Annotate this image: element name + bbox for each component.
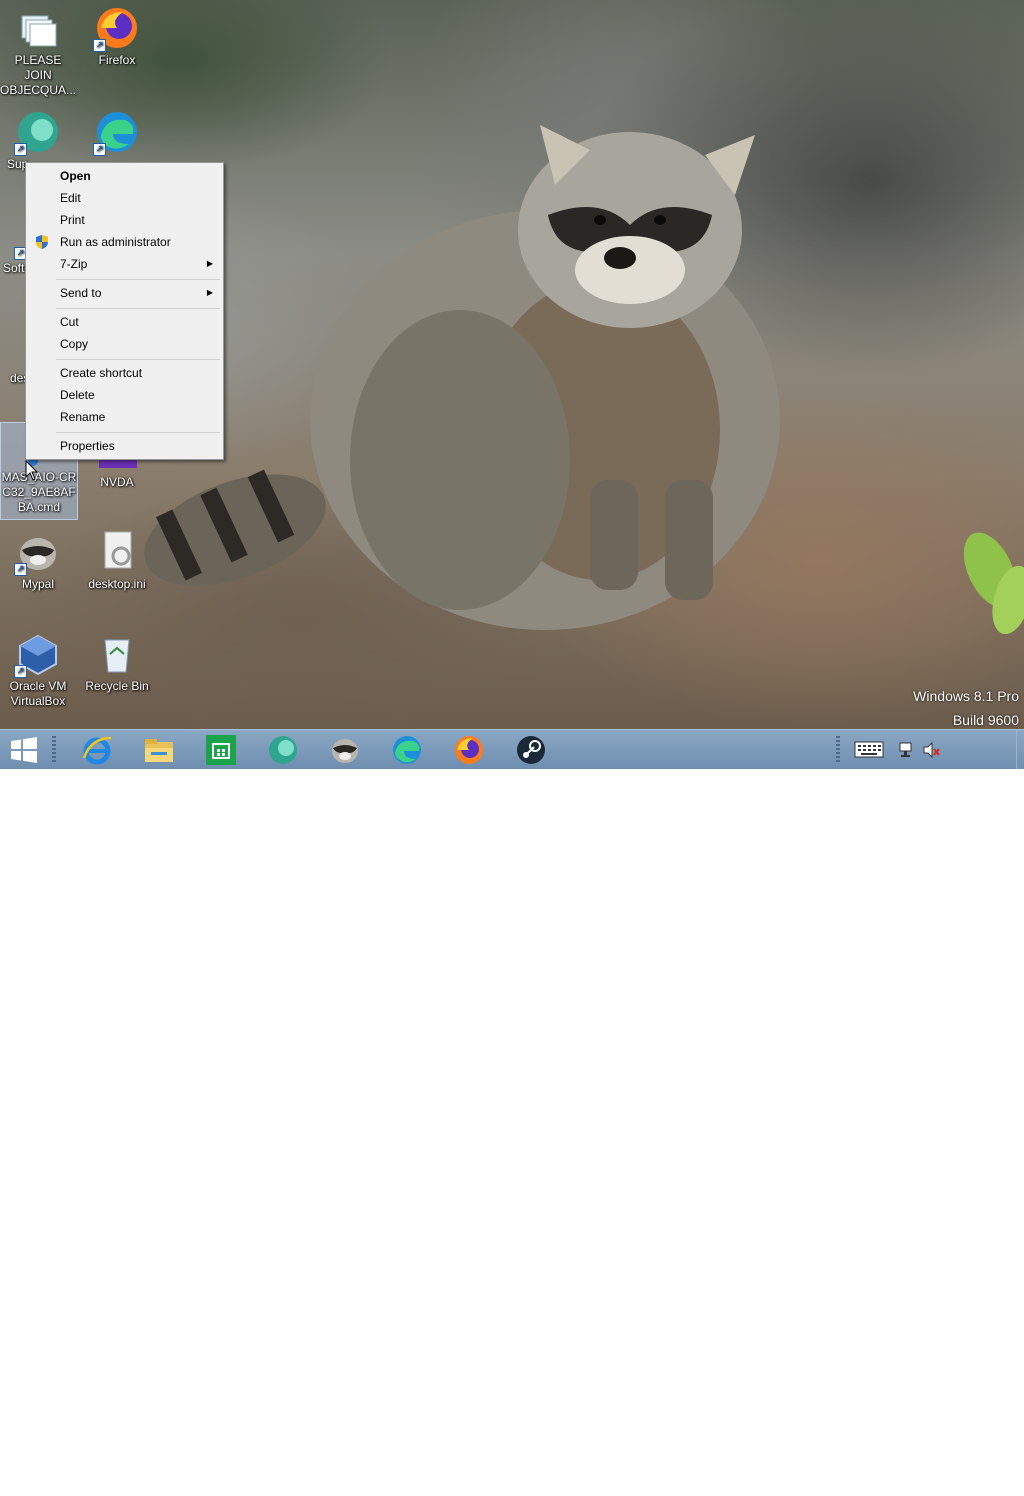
shortcut-arrow-icon: ↗ bbox=[93, 143, 106, 156]
mouse-cursor-icon bbox=[25, 460, 39, 481]
start-button[interactable] bbox=[0, 733, 48, 767]
menu-item-copy-label: Copy bbox=[60, 337, 89, 351]
shortcut-arrow-icon: ↗ bbox=[93, 39, 106, 52]
desktop-icon-firefox[interactable]: ↗ Firefox bbox=[79, 6, 155, 68]
desktop-icon-label: desktop.ini bbox=[88, 577, 146, 591]
menu-item-rename[interactable]: Rename bbox=[29, 406, 220, 428]
menu-item-7zip-label: 7-Zip bbox=[60, 257, 88, 271]
menu-item-create-shortcut[interactable]: Create shortcut bbox=[29, 362, 220, 384]
firefox-icon bbox=[455, 736, 483, 764]
menu-item-send-to-label: Send to bbox=[60, 286, 102, 300]
desktop-icon-label: Recycle Bin bbox=[85, 679, 149, 693]
watermark-edition: Windows 8.1 Pro bbox=[913, 688, 1019, 704]
desktop-icon-label: Firefox bbox=[98, 53, 136, 67]
desktop-icon-label: Oracle VM VirtualBox bbox=[9, 679, 67, 708]
edge-icon bbox=[393, 736, 421, 764]
taskbar-internet-explorer[interactable] bbox=[73, 733, 121, 767]
folder-icon bbox=[145, 739, 173, 762]
store-icon bbox=[206, 735, 236, 765]
taskbar-firefox[interactable] bbox=[445, 733, 493, 767]
desktop-icon-label: PLEASE JOIN OBJECQUA... bbox=[0, 53, 77, 97]
mypal-icon: ↗ bbox=[14, 530, 60, 576]
internet-explorer-icon bbox=[82, 736, 112, 765]
volume-tray-button[interactable] bbox=[922, 741, 940, 759]
uac-shield-icon bbox=[34, 234, 50, 250]
menu-item-print[interactable]: Print bbox=[29, 209, 220, 231]
menu-item-delete-label: Delete bbox=[60, 388, 95, 402]
context-menu: Open Edit Print Run as administrator 7-Z… bbox=[25, 162, 224, 460]
recycle-bin-icon bbox=[95, 632, 139, 676]
supermium-icon bbox=[269, 736, 297, 764]
desktop-icon-please-join[interactable]: PLEASE JOIN OBJECQUA... bbox=[0, 6, 76, 98]
network-icon bbox=[899, 742, 912, 757]
network-tray-button[interactable] bbox=[898, 741, 916, 759]
desktop-icon-desktop-ini[interactable]: desktop.ini bbox=[79, 530, 155, 592]
taskbar-store[interactable] bbox=[197, 733, 245, 767]
firefox-icon: ↗ bbox=[93, 6, 139, 52]
menu-item-properties[interactable]: Properties bbox=[29, 435, 220, 457]
taskbar-file-explorer[interactable] bbox=[135, 733, 183, 767]
menu-item-run-as-admin[interactable]: Run as administrator bbox=[29, 231, 220, 253]
taskbar-grip[interactable] bbox=[52, 736, 56, 764]
windows-version-watermark: Windows 8.1 Pro Build 9600 bbox=[913, 684, 1019, 732]
tray-grip[interactable] bbox=[836, 736, 840, 764]
windows-logo-icon bbox=[11, 737, 37, 763]
plant-leaves-image bbox=[963, 532, 1024, 635]
shortcut-arrow-icon: ↗ bbox=[14, 563, 27, 576]
shortcut-arrow-icon: ↗ bbox=[14, 143, 27, 156]
desktop-icon-edge[interactable]: ↗ bbox=[79, 110, 155, 157]
menu-separator bbox=[56, 432, 220, 433]
menu-item-properties-label: Properties bbox=[60, 439, 115, 453]
documents-icon bbox=[16, 6, 60, 50]
menu-item-cut[interactable]: Cut bbox=[29, 311, 220, 333]
submenu-arrow-icon: ▶ bbox=[206, 288, 213, 297]
clock-date: 3/14/2024 bbox=[953, 1480, 1007, 1494]
menu-item-edit[interactable]: Edit bbox=[29, 187, 220, 209]
menu-item-run-as-admin-label: Run as administrator bbox=[60, 235, 171, 249]
tray-clock[interactable]: 8:57 PM 3/14/2024 bbox=[950, 1462, 1010, 1496]
desktop-icon-virtualbox[interactable]: ↗ Oracle VM VirtualBox bbox=[0, 632, 76, 709]
menu-item-cut-label: Cut bbox=[60, 315, 79, 329]
menu-separator bbox=[56, 359, 220, 360]
submenu-arrow-icon: ▶ bbox=[206, 259, 213, 268]
steam-icon bbox=[517, 736, 545, 764]
desktop-icon-recycle-bin[interactable]: Recycle Bin bbox=[79, 632, 155, 694]
menu-item-create-shortcut-label: Create shortcut bbox=[60, 366, 143, 380]
touch-keyboard-button[interactable] bbox=[854, 740, 884, 760]
desktop-icon-label: MAS_AIO-CRC32_9AE8AFBA.cmd bbox=[1, 470, 77, 514]
menu-separator bbox=[56, 279, 220, 280]
edge-icon: ↗ bbox=[93, 110, 139, 156]
menu-separator bbox=[56, 308, 220, 309]
taskbar-edge[interactable] bbox=[383, 733, 431, 767]
menu-item-send-to[interactable]: Send to ▶ bbox=[29, 282, 220, 304]
menu-item-open-label: Open bbox=[60, 169, 91, 183]
virtualbox-icon: ↗ bbox=[14, 632, 60, 678]
show-desktop-button[interactable] bbox=[1016, 730, 1024, 769]
mypal-icon bbox=[332, 739, 358, 763]
menu-item-rename-label: Rename bbox=[60, 410, 106, 424]
shortcut-arrow-icon: ↗ bbox=[14, 665, 27, 678]
supermium-icon: ↗ bbox=[14, 110, 60, 156]
taskbar: 8:57 PM 3/14/2024 bbox=[0, 729, 1024, 1494]
taskbar-steam[interactable] bbox=[507, 733, 555, 767]
desktop-icon-label: Mypal bbox=[21, 577, 54, 591]
keyboard-icon bbox=[854, 741, 884, 758]
menu-item-7zip[interactable]: 7-Zip ▶ bbox=[29, 253, 220, 275]
menu-item-delete[interactable]: Delete bbox=[29, 384, 220, 406]
menu-item-open[interactable]: Open bbox=[29, 165, 220, 187]
taskbar-supermium[interactable] bbox=[259, 733, 307, 767]
desktop-icon-mypal[interactable]: ↗ Mypal bbox=[0, 530, 76, 592]
settings-file-icon bbox=[95, 530, 139, 574]
desktop-icon-label: NVDA bbox=[100, 475, 134, 489]
taskbar-mypal[interactable] bbox=[321, 733, 369, 767]
menu-item-copy[interactable]: Copy bbox=[29, 333, 220, 355]
clock-time: 8:57 PM bbox=[957, 1463, 1003, 1477]
menu-item-edit-label: Edit bbox=[60, 191, 81, 205]
volume-muted-icon bbox=[923, 741, 940, 759]
menu-item-print-label: Print bbox=[60, 213, 85, 227]
